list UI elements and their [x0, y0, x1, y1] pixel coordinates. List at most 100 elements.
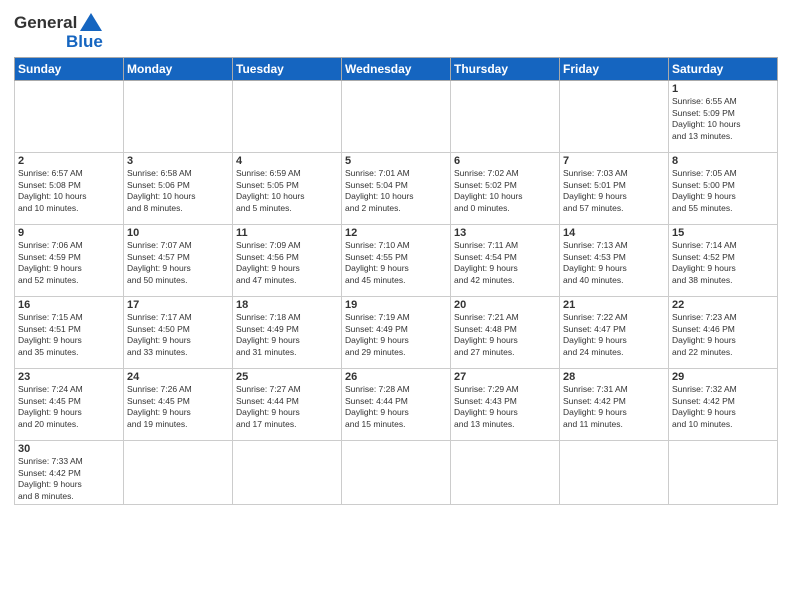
- day-number: 16: [18, 299, 120, 311]
- weekday-header-tuesday: Tuesday: [233, 58, 342, 81]
- day-number: 1: [672, 83, 774, 95]
- calendar-cell: 22Sunrise: 7:23 AM Sunset: 4:46 PM Dayli…: [669, 297, 778, 369]
- day-number: 29: [672, 371, 774, 383]
- header: General Blue: [14, 10, 778, 51]
- calendar-cell: 9Sunrise: 7:06 AM Sunset: 4:59 PM Daylig…: [15, 225, 124, 297]
- day-number: 12: [345, 227, 447, 239]
- day-info: Sunrise: 7:22 AM Sunset: 4:47 PM Dayligh…: [563, 312, 665, 358]
- day-number: 19: [345, 299, 447, 311]
- day-number: 26: [345, 371, 447, 383]
- day-number: 7: [563, 155, 665, 167]
- weekday-header-friday: Friday: [560, 58, 669, 81]
- day-info: Sunrise: 7:18 AM Sunset: 4:49 PM Dayligh…: [236, 312, 338, 358]
- calendar-cell: 14Sunrise: 7:13 AM Sunset: 4:53 PM Dayli…: [560, 225, 669, 297]
- calendar-cell: 7Sunrise: 7:03 AM Sunset: 5:01 PM Daylig…: [560, 153, 669, 225]
- calendar-cell: 13Sunrise: 7:11 AM Sunset: 4:54 PM Dayli…: [451, 225, 560, 297]
- calendar-cell: [342, 81, 451, 153]
- calendar-cell: 16Sunrise: 7:15 AM Sunset: 4:51 PM Dayli…: [15, 297, 124, 369]
- calendar-cell: 25Sunrise: 7:27 AM Sunset: 4:44 PM Dayli…: [233, 369, 342, 441]
- day-info: Sunrise: 7:13 AM Sunset: 4:53 PM Dayligh…: [563, 240, 665, 286]
- day-number: 11: [236, 227, 338, 239]
- weekday-header-sunday: Sunday: [15, 58, 124, 81]
- day-info: Sunrise: 7:26 AM Sunset: 4:45 PM Dayligh…: [127, 384, 229, 430]
- day-number: 24: [127, 371, 229, 383]
- logo-general-label: General: [14, 14, 77, 33]
- weekday-header-row: SundayMondayTuesdayWednesdayThursdayFrid…: [15, 58, 778, 81]
- day-number: 15: [672, 227, 774, 239]
- calendar-cell: [451, 441, 560, 505]
- calendar-cell: [560, 81, 669, 153]
- day-info: Sunrise: 7:17 AM Sunset: 4:50 PM Dayligh…: [127, 312, 229, 358]
- calendar-cell: 2Sunrise: 6:57 AM Sunset: 5:08 PM Daylig…: [15, 153, 124, 225]
- day-info: Sunrise: 7:28 AM Sunset: 4:44 PM Dayligh…: [345, 384, 447, 430]
- weekday-header-thursday: Thursday: [451, 58, 560, 81]
- calendar-cell: 4Sunrise: 6:59 AM Sunset: 5:05 PM Daylig…: [233, 153, 342, 225]
- logo-blue-line: Blue: [66, 33, 103, 52]
- day-info: Sunrise: 7:33 AM Sunset: 4:42 PM Dayligh…: [18, 456, 120, 502]
- week-row-1: 1Sunrise: 6:55 AM Sunset: 5:09 PM Daylig…: [15, 81, 778, 153]
- day-number: 4: [236, 155, 338, 167]
- day-info: Sunrise: 6:58 AM Sunset: 5:06 PM Dayligh…: [127, 168, 229, 214]
- day-info: Sunrise: 7:07 AM Sunset: 4:57 PM Dayligh…: [127, 240, 229, 286]
- calendar-page: General Blue SundayMondayTuesdayWednesda…: [0, 0, 792, 612]
- calendar-cell: [15, 81, 124, 153]
- logo-area: General Blue: [14, 10, 94, 51]
- day-info: Sunrise: 7:29 AM Sunset: 4:43 PM Dayligh…: [454, 384, 556, 430]
- calendar-cell: 28Sunrise: 7:31 AM Sunset: 4:42 PM Dayli…: [560, 369, 669, 441]
- day-info: Sunrise: 6:55 AM Sunset: 5:09 PM Dayligh…: [672, 96, 774, 142]
- day-number: 27: [454, 371, 556, 383]
- day-number: 3: [127, 155, 229, 167]
- calendar-cell: 1Sunrise: 6:55 AM Sunset: 5:09 PM Daylig…: [669, 81, 778, 153]
- calendar-cell: 19Sunrise: 7:19 AM Sunset: 4:49 PM Dayli…: [342, 297, 451, 369]
- day-info: Sunrise: 6:59 AM Sunset: 5:05 PM Dayligh…: [236, 168, 338, 214]
- day-number: 28: [563, 371, 665, 383]
- calendar-cell: [233, 441, 342, 505]
- day-number: 14: [563, 227, 665, 239]
- calendar-cell: 18Sunrise: 7:18 AM Sunset: 4:49 PM Dayli…: [233, 297, 342, 369]
- calendar-cell: 10Sunrise: 7:07 AM Sunset: 4:57 PM Dayli…: [124, 225, 233, 297]
- day-number: 21: [563, 299, 665, 311]
- day-info: Sunrise: 7:09 AM Sunset: 4:56 PM Dayligh…: [236, 240, 338, 286]
- day-info: Sunrise: 7:01 AM Sunset: 5:04 PM Dayligh…: [345, 168, 447, 214]
- day-number: 5: [345, 155, 447, 167]
- day-number: 30: [18, 443, 120, 455]
- calendar-cell: 17Sunrise: 7:17 AM Sunset: 4:50 PM Dayli…: [124, 297, 233, 369]
- calendar-cell: 23Sunrise: 7:24 AM Sunset: 4:45 PM Dayli…: [15, 369, 124, 441]
- calendar-cell: 29Sunrise: 7:32 AM Sunset: 4:42 PM Dayli…: [669, 369, 778, 441]
- calendar-cell: 6Sunrise: 7:02 AM Sunset: 5:02 PM Daylig…: [451, 153, 560, 225]
- day-number: 10: [127, 227, 229, 239]
- weekday-header-saturday: Saturday: [669, 58, 778, 81]
- week-row-2: 2Sunrise: 6:57 AM Sunset: 5:08 PM Daylig…: [15, 153, 778, 225]
- weekday-header-monday: Monday: [124, 58, 233, 81]
- logo-blue-label: Blue: [66, 32, 103, 51]
- day-number: 9: [18, 227, 120, 239]
- day-info: Sunrise: 7:06 AM Sunset: 4:59 PM Dayligh…: [18, 240, 120, 286]
- calendar-cell: 20Sunrise: 7:21 AM Sunset: 4:48 PM Dayli…: [451, 297, 560, 369]
- day-info: Sunrise: 7:05 AM Sunset: 5:00 PM Dayligh…: [672, 168, 774, 214]
- week-row-6: 30Sunrise: 7:33 AM Sunset: 4:42 PM Dayli…: [15, 441, 778, 505]
- day-info: Sunrise: 7:19 AM Sunset: 4:49 PM Dayligh…: [345, 312, 447, 358]
- calendar-cell: 5Sunrise: 7:01 AM Sunset: 5:04 PM Daylig…: [342, 153, 451, 225]
- calendar-cell: [124, 441, 233, 505]
- day-info: Sunrise: 7:24 AM Sunset: 4:45 PM Dayligh…: [18, 384, 120, 430]
- day-info: Sunrise: 7:31 AM Sunset: 4:42 PM Dayligh…: [563, 384, 665, 430]
- calendar-cell: 8Sunrise: 7:05 AM Sunset: 5:00 PM Daylig…: [669, 153, 778, 225]
- day-info: Sunrise: 6:57 AM Sunset: 5:08 PM Dayligh…: [18, 168, 120, 214]
- week-row-3: 9Sunrise: 7:06 AM Sunset: 4:59 PM Daylig…: [15, 225, 778, 297]
- day-info: Sunrise: 7:03 AM Sunset: 5:01 PM Dayligh…: [563, 168, 665, 214]
- day-info: Sunrise: 7:10 AM Sunset: 4:55 PM Dayligh…: [345, 240, 447, 286]
- day-number: 23: [18, 371, 120, 383]
- day-number: 20: [454, 299, 556, 311]
- day-number: 22: [672, 299, 774, 311]
- day-info: Sunrise: 7:32 AM Sunset: 4:42 PM Dayligh…: [672, 384, 774, 430]
- calendar-cell: 21Sunrise: 7:22 AM Sunset: 4:47 PM Dayli…: [560, 297, 669, 369]
- day-number: 25: [236, 371, 338, 383]
- logo-blue-triangle-icon: [80, 13, 102, 31]
- calendar-cell: [669, 441, 778, 505]
- weekday-header-wednesday: Wednesday: [342, 58, 451, 81]
- week-row-5: 23Sunrise: 7:24 AM Sunset: 4:45 PM Dayli…: [15, 369, 778, 441]
- day-number: 18: [236, 299, 338, 311]
- calendar-cell: [124, 81, 233, 153]
- day-number: 13: [454, 227, 556, 239]
- calendar-cell: 11Sunrise: 7:09 AM Sunset: 4:56 PM Dayli…: [233, 225, 342, 297]
